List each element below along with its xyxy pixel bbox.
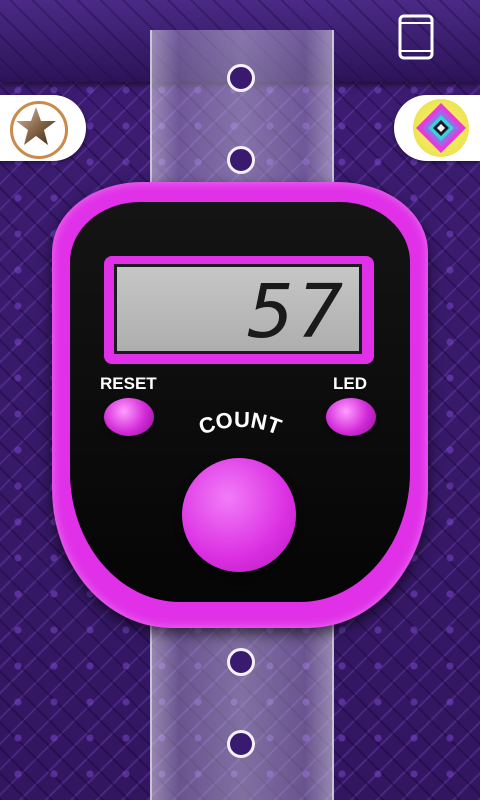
display-frame: 57 — [104, 256, 374, 364]
lcd-display: 57 — [114, 264, 362, 355]
rate-badge — [10, 101, 68, 159]
count-display: 57 — [247, 269, 346, 355]
count-button[interactable] — [182, 458, 296, 572]
star-icon — [16, 107, 56, 145]
phone-icon[interactable] — [398, 14, 434, 60]
strap-hole — [227, 648, 255, 676]
led-label: LED — [333, 374, 367, 393]
strap-hole — [227, 730, 255, 758]
count-label: COUNT — [195, 408, 285, 440]
led-button[interactable] — [326, 398, 376, 436]
reset-label: RESET — [100, 374, 157, 393]
reset-button[interactable] — [104, 398, 154, 436]
svg-text:COUNT: COUNT — [195, 408, 285, 440]
diamond-pattern-icon — [413, 99, 469, 157]
theme-button[interactable] — [394, 95, 480, 161]
strap-hole — [227, 64, 255, 92]
rate-button[interactable] — [0, 95, 86, 161]
strap-hole — [227, 146, 255, 174]
